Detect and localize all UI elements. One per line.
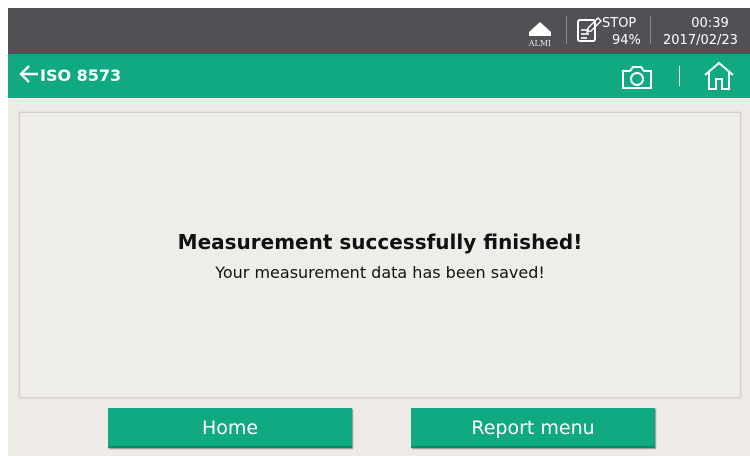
status-divider xyxy=(566,16,567,44)
status-divider xyxy=(650,16,651,44)
message-panel: Measurement successfully finished! Your … xyxy=(20,113,740,397)
alarm-bar-icon xyxy=(529,32,551,36)
device-screen: ALMI STOP 94% 00:39 2017/02/23 ISO 8573 xyxy=(8,8,750,456)
logger-icon[interactable] xyxy=(575,16,603,46)
title-bar: ISO 8573 xyxy=(8,54,750,98)
home-icon[interactable] xyxy=(702,60,736,92)
alarm-indicator[interactable]: ALMI xyxy=(525,16,555,50)
clock-time: 00:39 xyxy=(691,16,729,31)
page-title: ISO 8573 xyxy=(40,66,122,85)
home-button[interactable]: Home xyxy=(108,408,352,448)
report-menu-button[interactable]: Report menu xyxy=(411,408,655,448)
clock-date: 2017/02/23 xyxy=(663,33,738,48)
alarm-triangle-icon xyxy=(529,22,551,32)
title-divider xyxy=(679,66,680,86)
message-subtitle: Your measurement data has been saved! xyxy=(215,263,545,282)
alarm-label: ALMI xyxy=(528,39,552,48)
message-title: Measurement successfully finished! xyxy=(177,230,583,254)
battery-level: 94% xyxy=(612,33,641,48)
camera-icon[interactable] xyxy=(620,63,654,91)
log-state-label: STOP xyxy=(602,16,637,31)
arrow-left-icon[interactable] xyxy=(18,63,40,85)
status-bar: ALMI STOP 94% 00:39 2017/02/23 xyxy=(8,8,750,54)
